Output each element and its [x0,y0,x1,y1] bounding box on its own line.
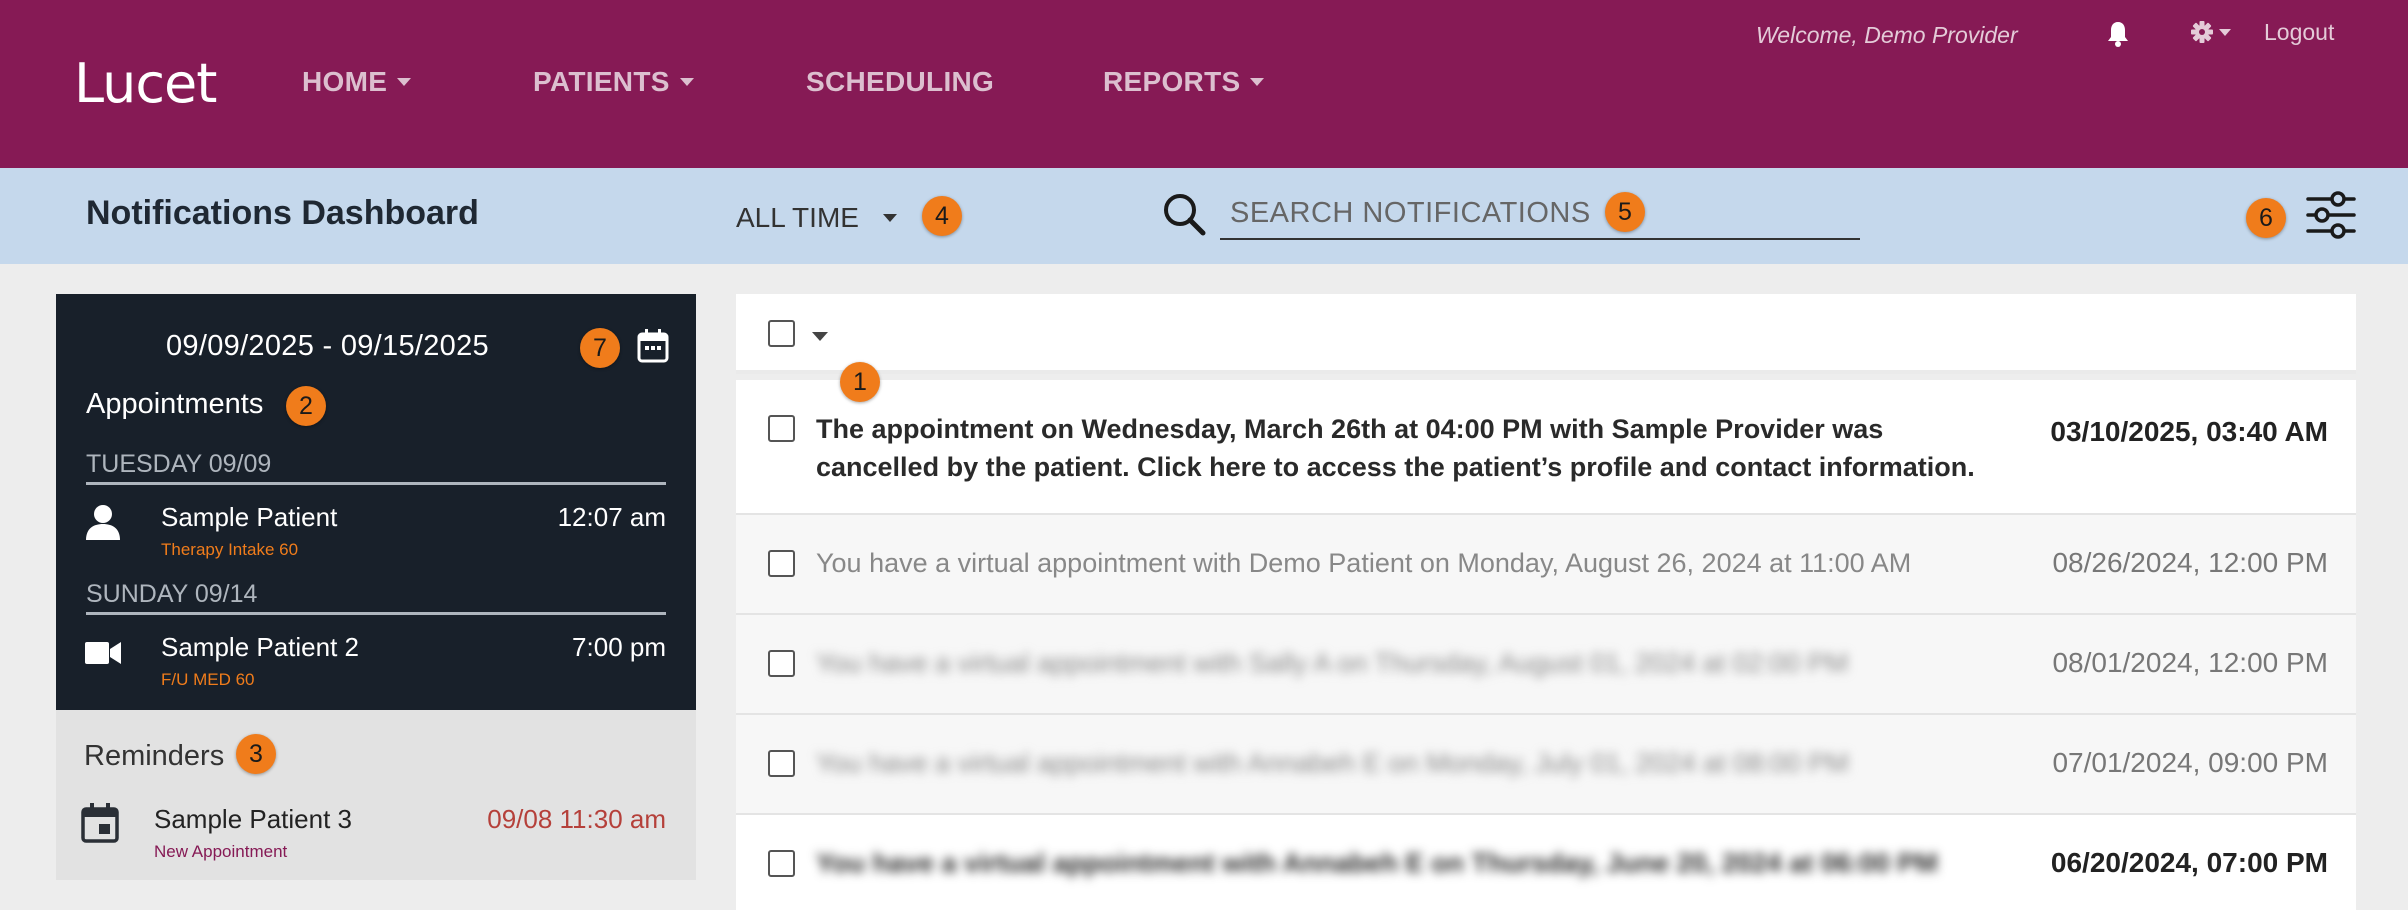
notification-checkbox[interactable] [768,550,795,577]
notification-text-line: The appointment on Wednesday, March 26th… [816,414,1884,444]
appointments-date-range[interactable]: 09/09/2025 - 09/15/2025 [166,330,489,363]
notification-row[interactable]: You have a virtual appointment with Anna… [736,815,2356,910]
search-icon [1164,194,1206,236]
notification-text-blurred: You have a virtual appointment with Sall… [816,648,1849,678]
chevron-down-icon [882,213,897,222]
notification-checkbox[interactable] [768,850,795,877]
page-title: Notifications Dashboard [86,194,479,232]
filter-sliders-icon[interactable] [2304,190,2358,240]
notification-date: 03/10/2025, 03:40 AM [2050,416,2328,447]
nav-scheduling[interactable]: SCHEDULING [806,66,994,98]
notification-text-blurred: You have a virtual appointment with Anna… [816,748,1849,778]
nav-patients-label: PATIENTS [533,66,670,97]
callout-badge: 6 [2246,198,2286,238]
day-divider [86,612,666,615]
callout-badge: 3 [236,734,276,774]
time-filter-value: ALL TIME [736,202,859,233]
day-divider [86,482,666,485]
chevron-down-icon [1250,77,1265,86]
top-navigation-bar: Lucet HOME PATIENTS SCHEDULING REPORTS W… [0,0,2408,168]
nav-scheduling-label: SCHEDULING [806,66,995,97]
nav-patients[interactable]: PATIENTS [533,66,694,98]
reminder-item[interactable]: Sample Patient 3 New Appointment 09/08 1… [56,796,696,866]
appointment-type: Therapy Intake 60 [161,540,299,559]
chevron-down-icon [679,77,694,86]
callout-badge: 2 [286,386,326,426]
video-camera-icon [85,642,121,664]
nav-home-label: HOME [302,66,388,97]
search-notifications-input[interactable] [1220,188,1860,240]
reminders-panel: Reminders Sample Patient 3 New Appointme… [56,710,696,880]
appointment-patient-name: Sample Patient 2 [161,632,360,662]
time-filter-dropdown[interactable]: ALL TIME [736,202,897,234]
gear-icon[interactable] [2190,18,2234,46]
notification-date: 07/01/2024, 09:00 PM [2052,747,2328,778]
reminder-patient-name: Sample Patient 3 [154,804,353,834]
reminders-title: Reminders [84,740,225,772]
notification-checkbox[interactable] [768,750,795,777]
nav-home[interactable]: HOME [302,66,412,98]
reminder-type: New Appointment [154,842,288,861]
notification-checkbox[interactable] [768,415,795,442]
callout-badge: 4 [922,196,962,236]
appointment-time: 12:07 am [557,502,666,532]
notification-row[interactable]: You have a virtual appointment with Demo… [736,515,2356,615]
logout-link[interactable]: Logout [2264,19,2334,46]
notification-date: 06/20/2024, 07:00 PM [2050,847,2328,878]
calendar-icon[interactable] [636,328,670,364]
callout-badge: 5 [1605,192,1645,232]
notification-date: 08/01/2024, 12:00 PM [2052,647,2328,678]
notification-text-blurred: You have a virtual appointment with Anna… [816,848,1938,878]
notification-row[interactable]: The appointment on Wednesday, March 26th… [736,380,2356,515]
lucet-logo[interactable]: Lucet [74,52,217,115]
notification-text: You have a virtual appointment with Demo… [816,548,1912,578]
appointment-item[interactable]: Sample Patient Therapy Intake 60 12:07 a… [56,496,696,566]
notifications-header [736,294,2356,374]
callout-badge: 1 [840,362,880,402]
notification-row[interactable]: You have a virtual appointment with Sall… [736,615,2356,715]
bell-icon[interactable] [2106,20,2130,48]
appointment-time: 7:00 pm [572,632,666,662]
dashboard-toolbar: Notifications Dashboard ALL TIME [0,168,2408,264]
notification-text-line: cancelled by the patient. Click here to … [816,452,1975,482]
notification-checkbox[interactable] [768,650,795,677]
appointments-title: Appointments [86,388,264,420]
select-options-caret-icon[interactable] [812,332,828,341]
notification-row[interactable]: You have a virtual appointment with Anna… [736,715,2356,815]
person-icon [86,505,120,540]
appointment-item[interactable]: Sample Patient 2 F/U MED 60 7:00 pm [56,626,696,696]
callout-badge: 7 [580,328,620,368]
day-label: SUNDAY 09/14 [86,580,258,608]
day-label: TUESDAY 09/09 [86,450,272,478]
appointment-patient-name: Sample Patient [161,502,338,532]
nav-reports[interactable]: REPORTS [1103,66,1265,98]
reminder-time: 09/08 11:30 am [487,804,666,834]
chevron-down-icon [397,77,412,86]
notification-date: 08/26/2024, 12:00 PM [2052,547,2328,578]
calendar-event-icon [81,803,119,843]
appointment-type: F/U MED 60 [161,670,255,689]
select-all-checkbox[interactable] [768,320,795,347]
welcome-message: Welcome, Demo Provider [1756,22,2018,48]
nav-reports-label: REPORTS [1103,66,1241,97]
